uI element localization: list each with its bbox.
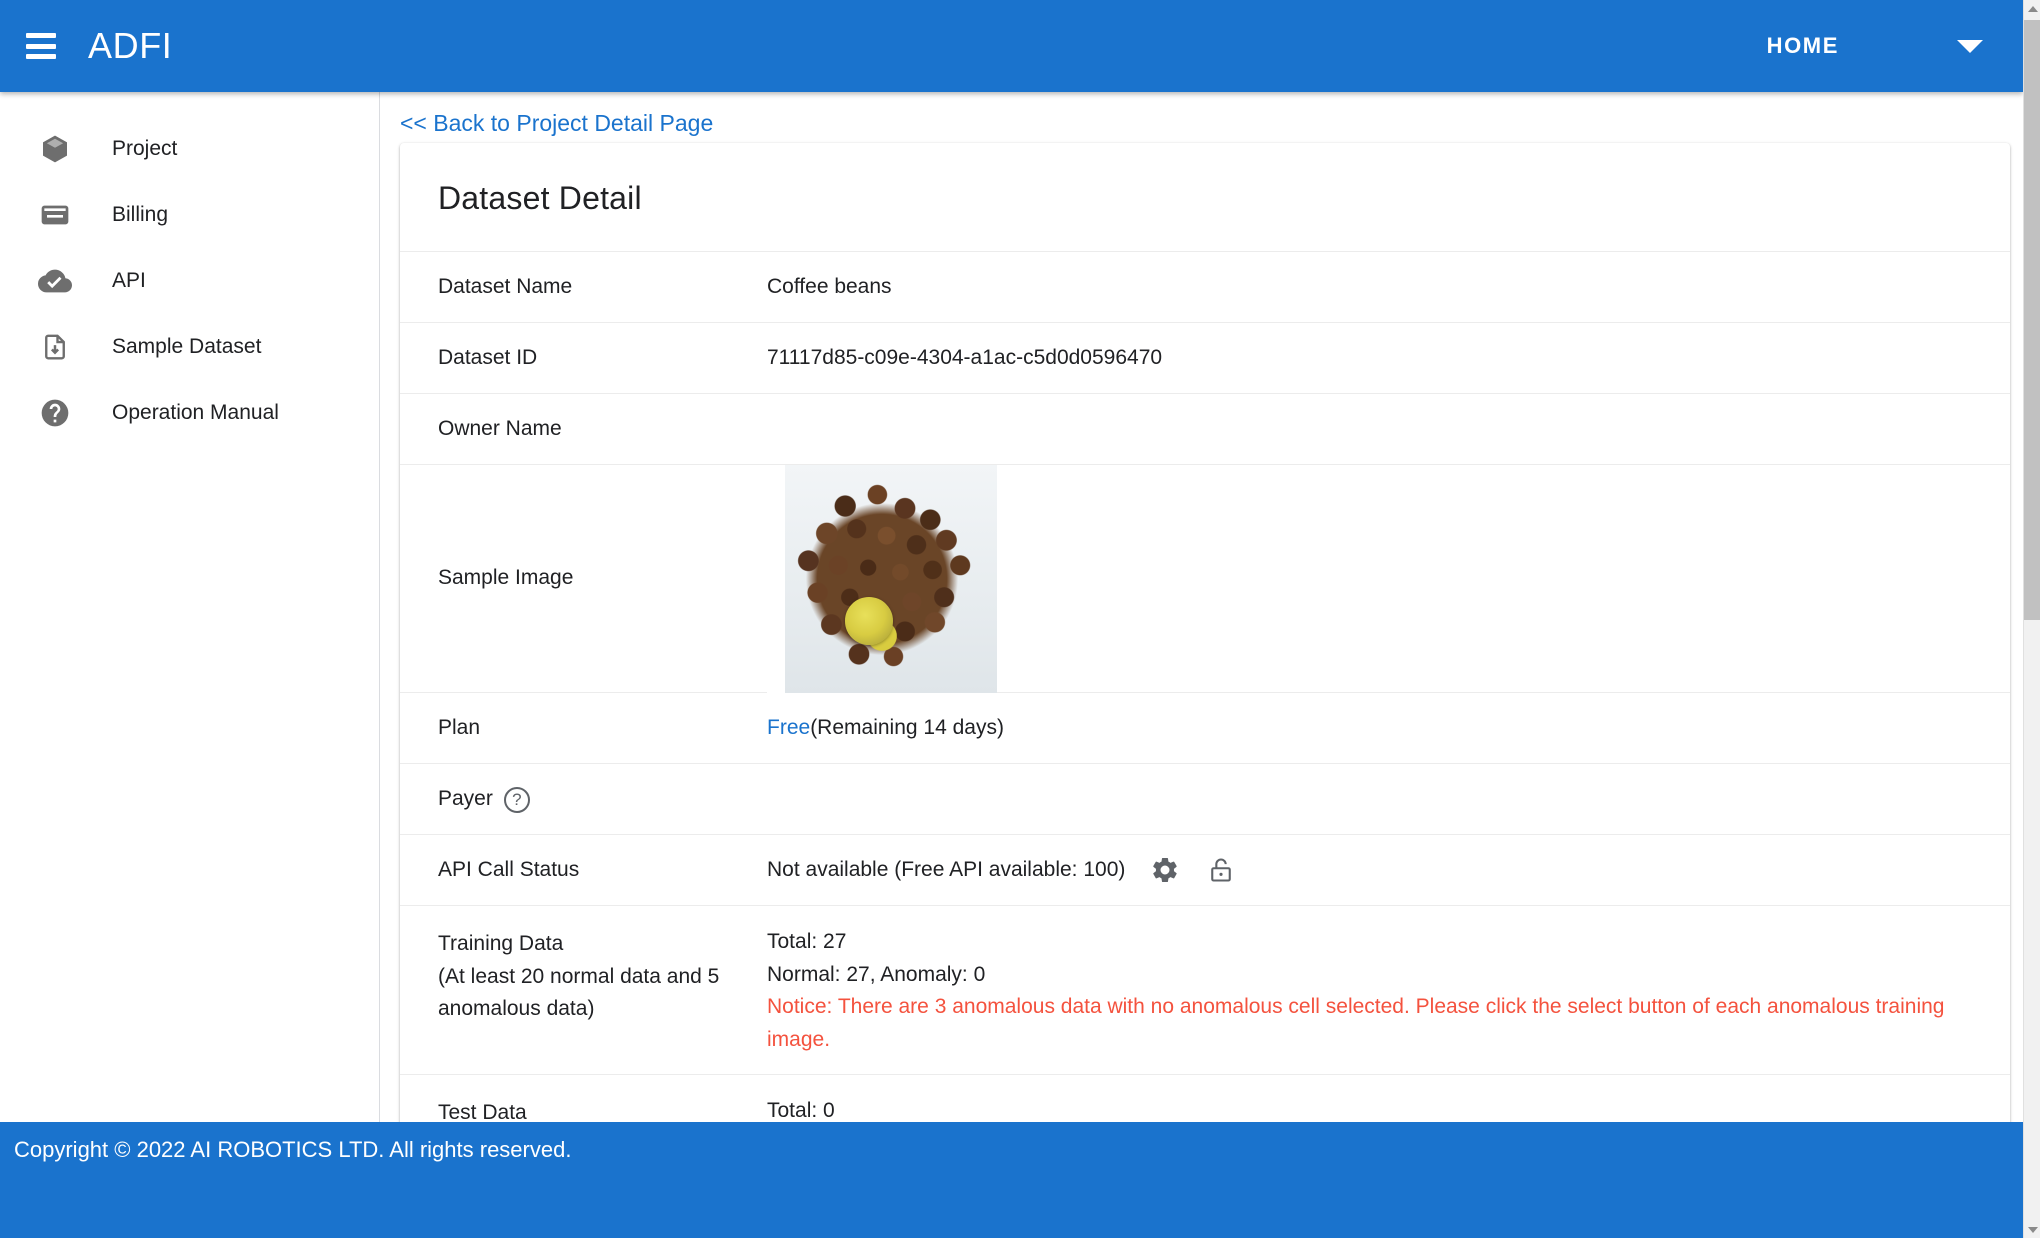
sidebar: Project Billing API bbox=[0, 92, 380, 1122]
row-value-payer bbox=[767, 764, 2010, 834]
cloud-done-icon bbox=[38, 264, 72, 298]
training-total: Total: 27 bbox=[767, 926, 1986, 959]
package-cube-icon bbox=[38, 132, 72, 166]
sample-image-thumbnail[interactable] bbox=[767, 465, 997, 693]
sidebar-item-label: Operation Manual bbox=[112, 401, 279, 425]
hamburger-menu-icon[interactable] bbox=[26, 33, 56, 59]
table-row-sample-image: Sample Image bbox=[400, 464, 2010, 692]
lemon-slice-anomaly bbox=[845, 597, 893, 645]
page-title: Dataset Detail bbox=[400, 143, 2010, 251]
page-scrollbar[interactable] bbox=[2023, 0, 2040, 1238]
coffee-beans-photo bbox=[767, 465, 997, 693]
table-row-training-data: Training Data (At least 20 normal data a… bbox=[400, 905, 2010, 1074]
row-value-plan: Free (Remaining 14 days) bbox=[767, 693, 2010, 763]
sidebar-item-label: Sample Dataset bbox=[112, 335, 261, 359]
training-breakdown: Normal: 27, Anomaly: 0 bbox=[767, 959, 1986, 992]
api-action-icons bbox=[1147, 852, 1259, 888]
credit-card-icon bbox=[38, 198, 72, 232]
row-label: API Call Status bbox=[400, 835, 767, 905]
nav-item-home[interactable]: HOME bbox=[1757, 25, 1849, 67]
table-row-dataset-id: Dataset ID 71117d85-c09e-4304-a1ac-c5d0d… bbox=[400, 322, 2010, 393]
sidebar-item-project[interactable]: Project bbox=[0, 116, 379, 182]
row-value-dataset-id: 71117d85-c09e-4304-a1ac-c5d0d0596470 bbox=[767, 323, 2010, 393]
training-data-requirement: (At least 20 normal data and 5 anomalous… bbox=[438, 961, 767, 1026]
footer-copyright: Copyright © 2022 AI ROBOTICS LTD. All ri… bbox=[14, 1137, 571, 1163]
training-data-label: Training Data bbox=[438, 928, 767, 961]
plan-name-link[interactable]: Free bbox=[767, 712, 810, 745]
row-value-api-call-status: Not available (Free API available: 100) bbox=[767, 835, 2010, 905]
sidebar-item-label: Project bbox=[112, 137, 177, 161]
scrollbar-thumb[interactable] bbox=[2024, 20, 2040, 620]
table-row-payer: Payer ? bbox=[400, 763, 2010, 834]
hamburger-bar bbox=[26, 33, 56, 38]
scrollbar-down-arrow-icon[interactable] bbox=[2024, 1221, 2040, 1238]
help-circle-outline-icon[interactable]: ? bbox=[504, 787, 530, 813]
row-value-training-data: Total: 27 Normal: 27, Anomaly: 0 Notice:… bbox=[767, 906, 2010, 1074]
help-circle-filled-icon bbox=[38, 396, 72, 430]
row-label: Owner Name bbox=[400, 394, 767, 464]
row-label: Dataset ID bbox=[400, 323, 767, 393]
row-label: Payer ? bbox=[400, 764, 767, 834]
triangle-down bbox=[2028, 1227, 2038, 1233]
table-row-owner-name: Owner Name bbox=[400, 393, 2010, 464]
chevron-down-icon[interactable] bbox=[1957, 40, 1983, 53]
footer: Copyright © 2022 AI ROBOTICS LTD. All ri… bbox=[0, 1122, 2023, 1178]
sidebar-item-sample-dataset[interactable]: Sample Dataset bbox=[0, 314, 379, 380]
unlock-open-icon[interactable] bbox=[1203, 852, 1239, 888]
training-notice-message: Notice: There are 3 anomalous data with … bbox=[767, 991, 1986, 1056]
main-content: << Back to Project Detail Page Dataset D… bbox=[381, 92, 2023, 1122]
table-row-dataset-name: Dataset Name Coffee beans bbox=[400, 251, 2010, 322]
top-app-bar: ADFI HOME bbox=[0, 0, 2023, 92]
triangle-up bbox=[2028, 6, 2038, 12]
gear-icon[interactable] bbox=[1147, 852, 1183, 888]
hamburger-bar bbox=[26, 44, 56, 49]
sidebar-item-billing[interactable]: Billing bbox=[0, 182, 379, 248]
app-root: ADFI HOME Project Billing bbox=[0, 0, 2040, 1238]
hamburger-bar bbox=[26, 54, 56, 59]
photo-left-margin bbox=[767, 465, 785, 693]
row-value-sample-image bbox=[767, 465, 2010, 692]
row-label: Sample Image bbox=[400, 465, 767, 692]
scrollbar-up-arrow-icon[interactable] bbox=[2024, 0, 2040, 17]
sidebar-item-operation-manual[interactable]: Operation Manual bbox=[0, 380, 379, 446]
sidebar-item-api[interactable]: API bbox=[0, 248, 379, 314]
row-label: Training Data (At least 20 normal data a… bbox=[400, 906, 767, 1074]
payer-label-text: Payer bbox=[438, 783, 493, 816]
row-label: Plan bbox=[400, 693, 767, 763]
table-row-plan: Plan Free (Remaining 14 days) bbox=[400, 692, 2010, 763]
sidebar-item-label: Billing bbox=[112, 203, 168, 227]
dataset-detail-card: Dataset Detail Dataset Name Coffee beans… bbox=[400, 143, 2010, 1224]
row-value-dataset-name: Coffee beans bbox=[767, 252, 2010, 322]
table-row-api-call-status: API Call Status Not available (Free API … bbox=[400, 834, 2010, 905]
api-call-status-text: Not available (Free API available: 100) bbox=[767, 854, 1125, 887]
back-to-project-detail-link[interactable]: << Back to Project Detail Page bbox=[400, 110, 713, 137]
plan-remaining-text: (Remaining 14 days) bbox=[810, 712, 1004, 745]
footer-bottom-fill bbox=[0, 1178, 2023, 1238]
app-brand-title[interactable]: ADFI bbox=[88, 25, 172, 67]
row-value-owner-name bbox=[767, 394, 2010, 464]
sidebar-item-label: API bbox=[112, 269, 146, 293]
row-label: Dataset Name bbox=[400, 252, 767, 322]
file-download-icon bbox=[38, 330, 72, 364]
